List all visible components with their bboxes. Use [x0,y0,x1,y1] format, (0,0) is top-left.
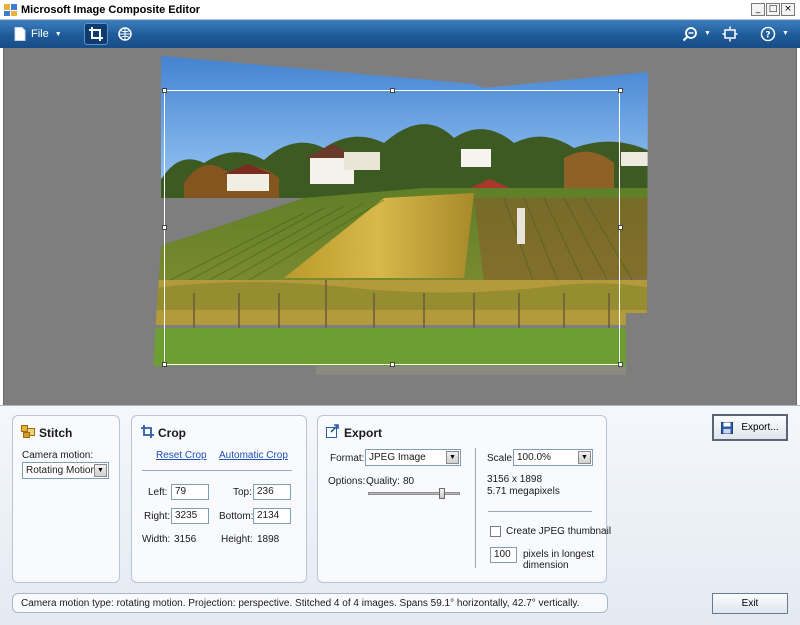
exit-button-label: Exit [741,598,759,609]
file-menu-button[interactable]: File ▼ [14,23,62,45]
right-label: Right: [144,511,171,522]
camera-motion-select[interactable]: Rotating Motion ▼ [22,462,109,479]
options-label: Options: [328,476,366,487]
top-label: Top: [233,487,252,498]
format-value: JPEG Image [369,452,426,463]
zoom-button[interactable] [678,23,702,45]
crop-handle-right[interactable] [618,225,623,230]
thumbnail-pixels-label-2: dimension [523,560,569,571]
crop-handle-top-left[interactable] [162,88,167,93]
help-icon: ? [760,26,776,42]
bottom-label: Bottom: [219,511,254,522]
fit-view-icon [722,26,738,42]
export-icon [326,424,339,438]
left-label: Left: [148,487,168,498]
crop-handle-bottom[interactable] [390,362,395,367]
automatic-crop-link[interactable]: Automatic Crop [219,450,288,461]
help-button[interactable]: ? [756,23,780,45]
export-options-divider [488,511,592,512]
export-divider [475,448,476,568]
chevron-down-icon: ▼ [446,451,459,464]
top-input[interactable]: 236 [253,484,291,500]
width-label: Width: [142,534,171,545]
crop-title: Crop [158,426,186,440]
status-bar: Camera motion type: rotating motion. Pro… [12,593,608,613]
crop-icon [141,425,154,438]
chevron-down-icon: ▼ [578,451,591,464]
crop-tool-button[interactable] [84,23,108,45]
stitch-title: Stitch [39,426,73,440]
thumbnail-pixels-input[interactable]: 100 [490,547,517,563]
minimize-button[interactable]: _ [751,3,765,16]
window-title: Microsoft Image Composite Editor [21,4,201,16]
close-button[interactable]: × [781,3,795,16]
quality-label: Quality: [366,476,400,487]
quality-slider-track[interactable] [368,492,460,495]
projection-tool-button[interactable] [113,23,137,45]
scale-value: 100.0% [517,452,551,463]
chevron-down-icon: ▼ [54,30,62,38]
stitch-icon [21,425,35,438]
fit-view-button[interactable] [718,23,742,45]
status-text: Camera motion type: rotating motion. Pro… [21,598,580,609]
left-input[interactable]: 79 [171,484,209,500]
save-disk-icon [721,421,734,434]
crop-handle-bottom-right[interactable] [618,362,623,367]
camera-motion-value: Rotating Motion [26,465,97,476]
reset-crop-link[interactable]: Reset Crop [156,450,207,461]
crop-divider [142,470,292,471]
thumbnail-pixels-label-1: pixels in longest [523,549,595,560]
exit-button[interactable]: Exit [712,593,788,614]
projection-tool-icon [118,27,132,41]
app-icon [4,4,17,16]
maximize-button[interactable]: □ [766,3,780,16]
crop-panel: Crop Reset Crop Automatic Crop Left: 79 … [131,415,307,583]
height-label: Height: [221,534,253,545]
file-menu-label: File [31,28,49,40]
svg-text:?: ? [765,31,770,41]
export-button[interactable]: Export... [712,414,788,441]
title-bar: Microsoft Image Composite Editor _ □ × [0,0,800,20]
new-file-icon [14,27,26,41]
output-megapixels: 5.71 megapixels [487,486,560,497]
export-panel: Export Format: JPEG Image ▼ Options: Qua… [317,415,611,583]
panorama-canvas[interactable] [3,48,797,405]
crop-tool-icon [89,27,103,41]
jpeg-thumbnail-label: Create JPEG thumbnail [506,526,612,537]
crop-handle-top-right[interactable] [618,88,623,93]
scale-label: Scale: [487,453,515,464]
help-chevron-down-icon[interactable]: ▼ [782,30,789,37]
export-button-label: Export... [741,422,779,433]
jpeg-thumbnail-checkbox[interactable] [490,526,501,537]
right-input[interactable]: 3235 [171,508,209,524]
stitch-panel: Stitch Camera motion: Rotating Motion ▼ [12,415,120,583]
quality-value: 80 [403,476,415,487]
chevron-down-icon: ▼ [94,464,107,477]
bottom-input[interactable]: 2134 [253,508,291,524]
format-select[interactable]: JPEG Image ▼ [365,449,461,466]
crop-handle-left[interactable] [162,225,167,230]
height-value: 1898 [257,534,280,545]
toolbar: File ▼ ▼ ? ▼ [0,20,800,48]
width-value: 3156 [174,534,197,545]
export-title: Export [344,426,383,440]
crop-handle-bottom-left[interactable] [162,362,167,367]
quality-slider-thumb[interactable] [438,488,445,499]
camera-motion-label: Camera motion: [22,450,94,461]
crop-handle-top[interactable] [390,88,395,93]
crop-rectangle[interactable] [164,90,620,365]
output-dimensions: 3156 x 1898 [487,474,543,485]
zoom-icon [682,27,697,42]
format-label: Format: [330,453,365,464]
zoom-chevron-down-icon[interactable]: ▼ [704,30,711,37]
scale-select[interactable]: 100.0% ▼ [513,449,593,466]
